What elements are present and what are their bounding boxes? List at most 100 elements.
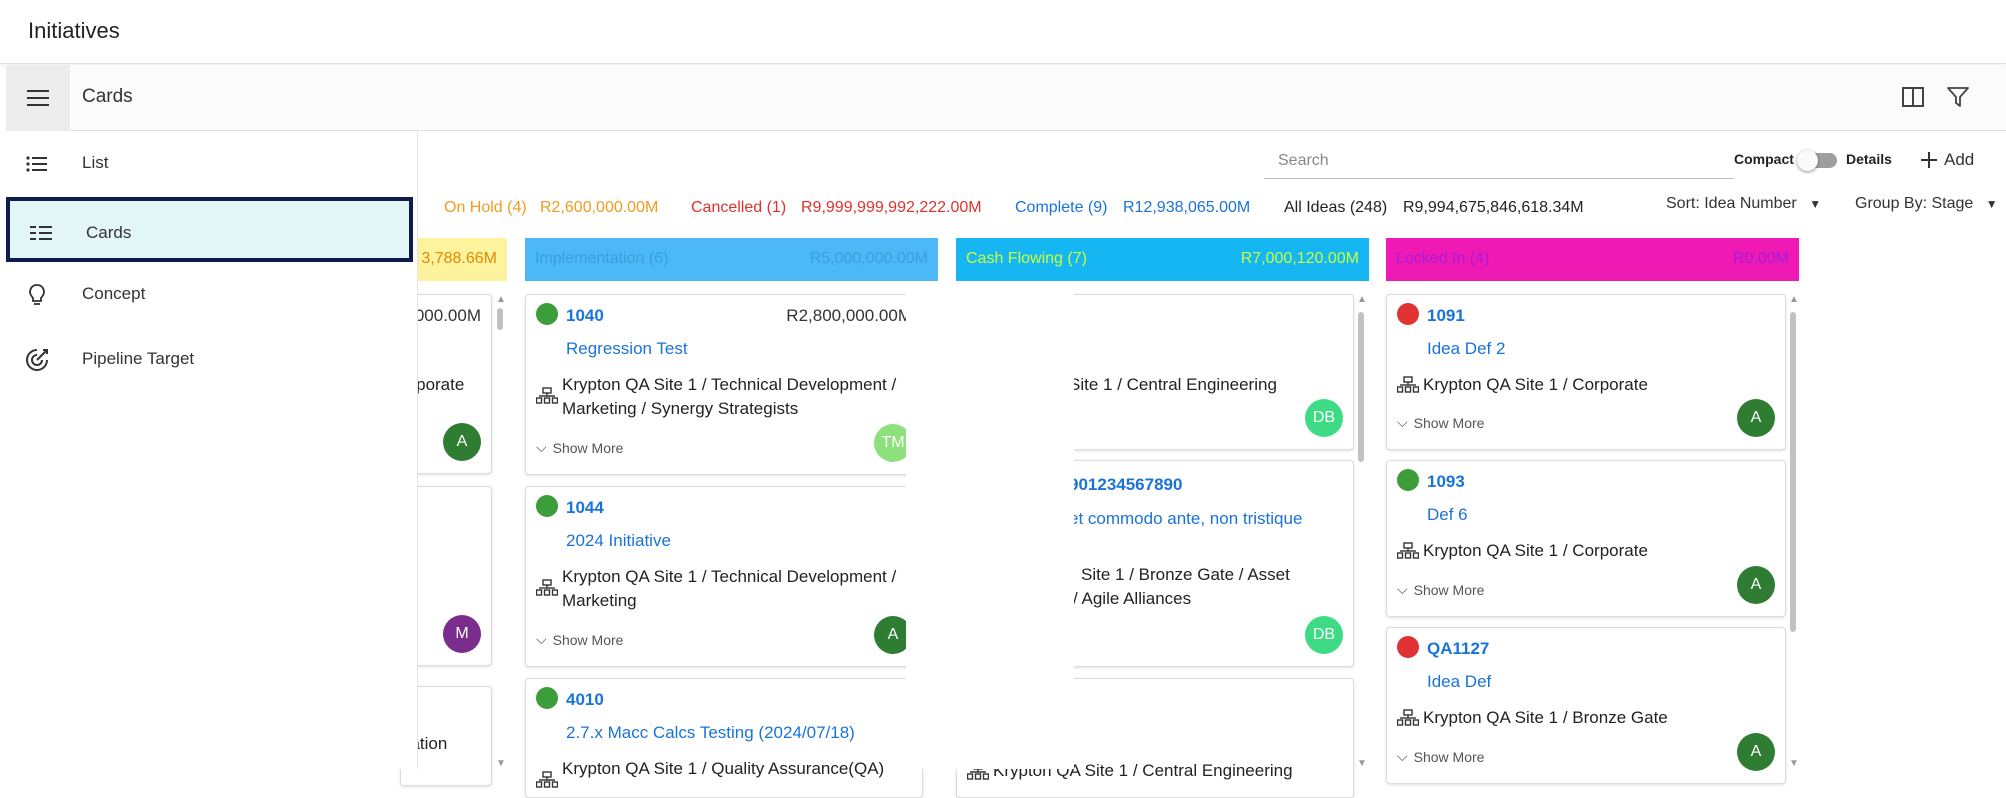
card-path: Site 1 / Central Engineering: [1069, 375, 1277, 394]
view-title: Cards: [82, 86, 133, 107]
card-path-line-2: / Agile Alliances: [1073, 589, 1192, 608]
column-header-implementation[interactable]: Implementation (6) R5,000,000.00M: [525, 238, 938, 281]
caret-down-icon: ▼: [1985, 197, 1998, 211]
group-by-select[interactable]: Group By: Stage ▼: [1855, 195, 1998, 213]
show-more-label: Show More: [1413, 748, 1485, 765]
org-structure-icon: [536, 387, 558, 404]
sidebar: List Cards Concept Pipeline Target: [0, 131, 418, 769]
chevron-down-icon: ⌵: [1397, 748, 1408, 764]
card[interactable]: 4010 2.7.x Macc Calcs Testing (2024/07/1…: [525, 678, 923, 798]
card-number[interactable]: 1093: [1427, 472, 1465, 492]
sidebar-item-list[interactable]: List: [0, 131, 418, 196]
org-structure-icon: [1397, 709, 1419, 726]
sidebar-item-label: Cards: [86, 223, 132, 242]
card-amount: R2,800,000.00M: [786, 306, 912, 325]
avatar: A: [1737, 566, 1775, 604]
org-structure-icon: [1397, 542, 1419, 559]
sidebar-item-cards[interactable]: Cards: [6, 197, 413, 262]
show-more-button[interactable]: ⌵ Show More: [1397, 414, 1484, 431]
caret-down-icon: ▼: [1809, 197, 1822, 211]
add-label: Add: [1944, 150, 1975, 169]
sort-label: Sort: Idea Number: [1666, 195, 1797, 212]
column-header-locked-in[interactable]: Locked In (4) R0.00M: [1386, 238, 1799, 281]
card-number[interactable]: QA1127: [1427, 639, 1489, 659]
card-name[interactable]: 2.7.x Macc Calcs Testing (2024/07/18): [566, 723, 855, 743]
card-path: Krypton QA Site 1 / Corporate: [1423, 375, 1648, 394]
chevron-down-icon: ⌵: [1397, 581, 1408, 597]
column-header-title: Implementation (6): [535, 250, 669, 267]
compact-details-toggle[interactable]: [1797, 150, 1839, 171]
card-number[interactable]: 1091: [1427, 306, 1465, 326]
summary-complete[interactable]: Complete (9): [1015, 199, 1107, 217]
compact-label: Compact: [1734, 151, 1794, 167]
column-scrollbar[interactable]: ▲▼: [494, 294, 506, 769]
card[interactable]: QA1127 Idea Def Krypton QA Site 1 / Bron…: [1386, 627, 1786, 784]
show-more-button[interactable]: ⌵ Show More: [1397, 581, 1484, 598]
card[interactable]: 1091 Idea Def 2 Krypton QA Site 1 / Corp…: [1386, 294, 1786, 450]
summary-on-hold[interactable]: On Hold (4): [444, 199, 527, 217]
status-dot: [1397, 303, 1419, 325]
plus-icon: [1921, 152, 1937, 168]
add-button[interactable]: Add: [1920, 146, 1974, 174]
card-number[interactable]: 4010: [566, 690, 604, 710]
menu-toggle-button[interactable]: [6, 65, 70, 131]
column-scrollbar[interactable]: ▲▼: [1355, 294, 1367, 769]
app-title: Initiatives: [28, 18, 120, 43]
card-path: Krypton QA Site 1 / Technical Developmen…: [562, 567, 897, 610]
sidebar-item-label: List: [82, 153, 109, 172]
summary-all-ideas[interactable]: All Ideas (248): [1284, 199, 1387, 217]
chevron-down-icon: ⌵: [536, 631, 547, 647]
card-number[interactable]: 901234567890: [1069, 475, 1182, 495]
chevron-down-icon: ⌵: [1397, 414, 1408, 430]
list-icon: [26, 156, 47, 172]
show-more-button[interactable]: ⌵ Show More: [536, 439, 623, 456]
card-name[interactable]: 2024 Initiative: [566, 531, 671, 551]
status-dot: [536, 495, 558, 517]
show-more-label: Show More: [552, 439, 624, 456]
card-name[interactable]: Regression Test: [566, 339, 688, 359]
card-number[interactable]: 1040: [566, 306, 604, 326]
chevron-down-icon: ⌵: [536, 439, 547, 455]
summary-cancelled-value: R9,999,999,992,222.00M: [801, 199, 982, 216]
sort-select[interactable]: Sort: Idea Number ▼: [1666, 195, 1821, 213]
column-scrollbar[interactable]: ▲▼: [1787, 294, 1799, 769]
card-name[interactable]: et commodo ante, non tristique: [1069, 509, 1302, 529]
card[interactable]: 1044 2024 Initiative Krypton QA Site 1 /…: [525, 486, 923, 667]
view-header-bar: [6, 65, 2006, 131]
status-dot: [536, 303, 558, 325]
status-dot: [1397, 469, 1419, 491]
show-more-button[interactable]: ⌵ Show More: [536, 631, 623, 648]
avatar: A: [1737, 733, 1775, 771]
summary-on-hold-value: R2,600,000.00M: [540, 199, 659, 216]
card[interactable]: 1040 R2,800,000.00M Regression Test Kryp…: [525, 294, 923, 475]
card[interactable]: 1093 Def 6 Krypton QA Site 1 / Corporate…: [1386, 460, 1786, 617]
avatar: DB: [1305, 616, 1343, 654]
card-name[interactable]: Def 6: [1427, 505, 1468, 525]
column-header-title: Cash Flowing (7): [966, 250, 1087, 267]
column-header-value: R0.00M: [1732, 250, 1789, 267]
filter-icon[interactable]: [1945, 84, 1971, 110]
column-header-cash-flowing[interactable]: Cash Flowing (7) R7,000,120.00M: [956, 238, 1369, 281]
summary-cancelled[interactable]: Cancelled (1): [691, 199, 786, 217]
card-name[interactable]: Idea Def 2: [1427, 339, 1505, 359]
show-more-label: Show More: [1413, 414, 1485, 431]
card-path: Krypton QA Site 1 / Bronze Gate: [1423, 708, 1668, 727]
summary-all-ideas-value: R9,994,675,846,618.34M: [1403, 199, 1584, 216]
status-dot: [1397, 636, 1419, 658]
avatar: A: [1737, 399, 1775, 437]
card-path: Krypton QA Site 1 / Quality Assurance(QA…: [562, 759, 885, 778]
show-more-button[interactable]: ⌵ Show More: [1397, 748, 1484, 765]
show-more-label: Show More: [552, 631, 624, 648]
column-header-title: Locked In (4): [1396, 250, 1490, 267]
card-name[interactable]: Idea Def: [1427, 672, 1491, 692]
avatar: DB: [1305, 399, 1343, 437]
card-number[interactable]: 1044: [566, 498, 604, 518]
search-input[interactable]: [1264, 143, 1734, 179]
sidebar-item-pipeline-target[interactable]: Pipeline Target: [0, 327, 418, 392]
avatar: A: [443, 423, 481, 461]
sidebar-item-concept[interactable]: Concept: [0, 262, 418, 327]
show-more-label: Show More: [1413, 581, 1485, 598]
column-header-value: R7,000,120.00M: [1240, 250, 1359, 267]
avatar: M: [443, 615, 481, 653]
columns-icon[interactable]: [1900, 84, 1926, 110]
